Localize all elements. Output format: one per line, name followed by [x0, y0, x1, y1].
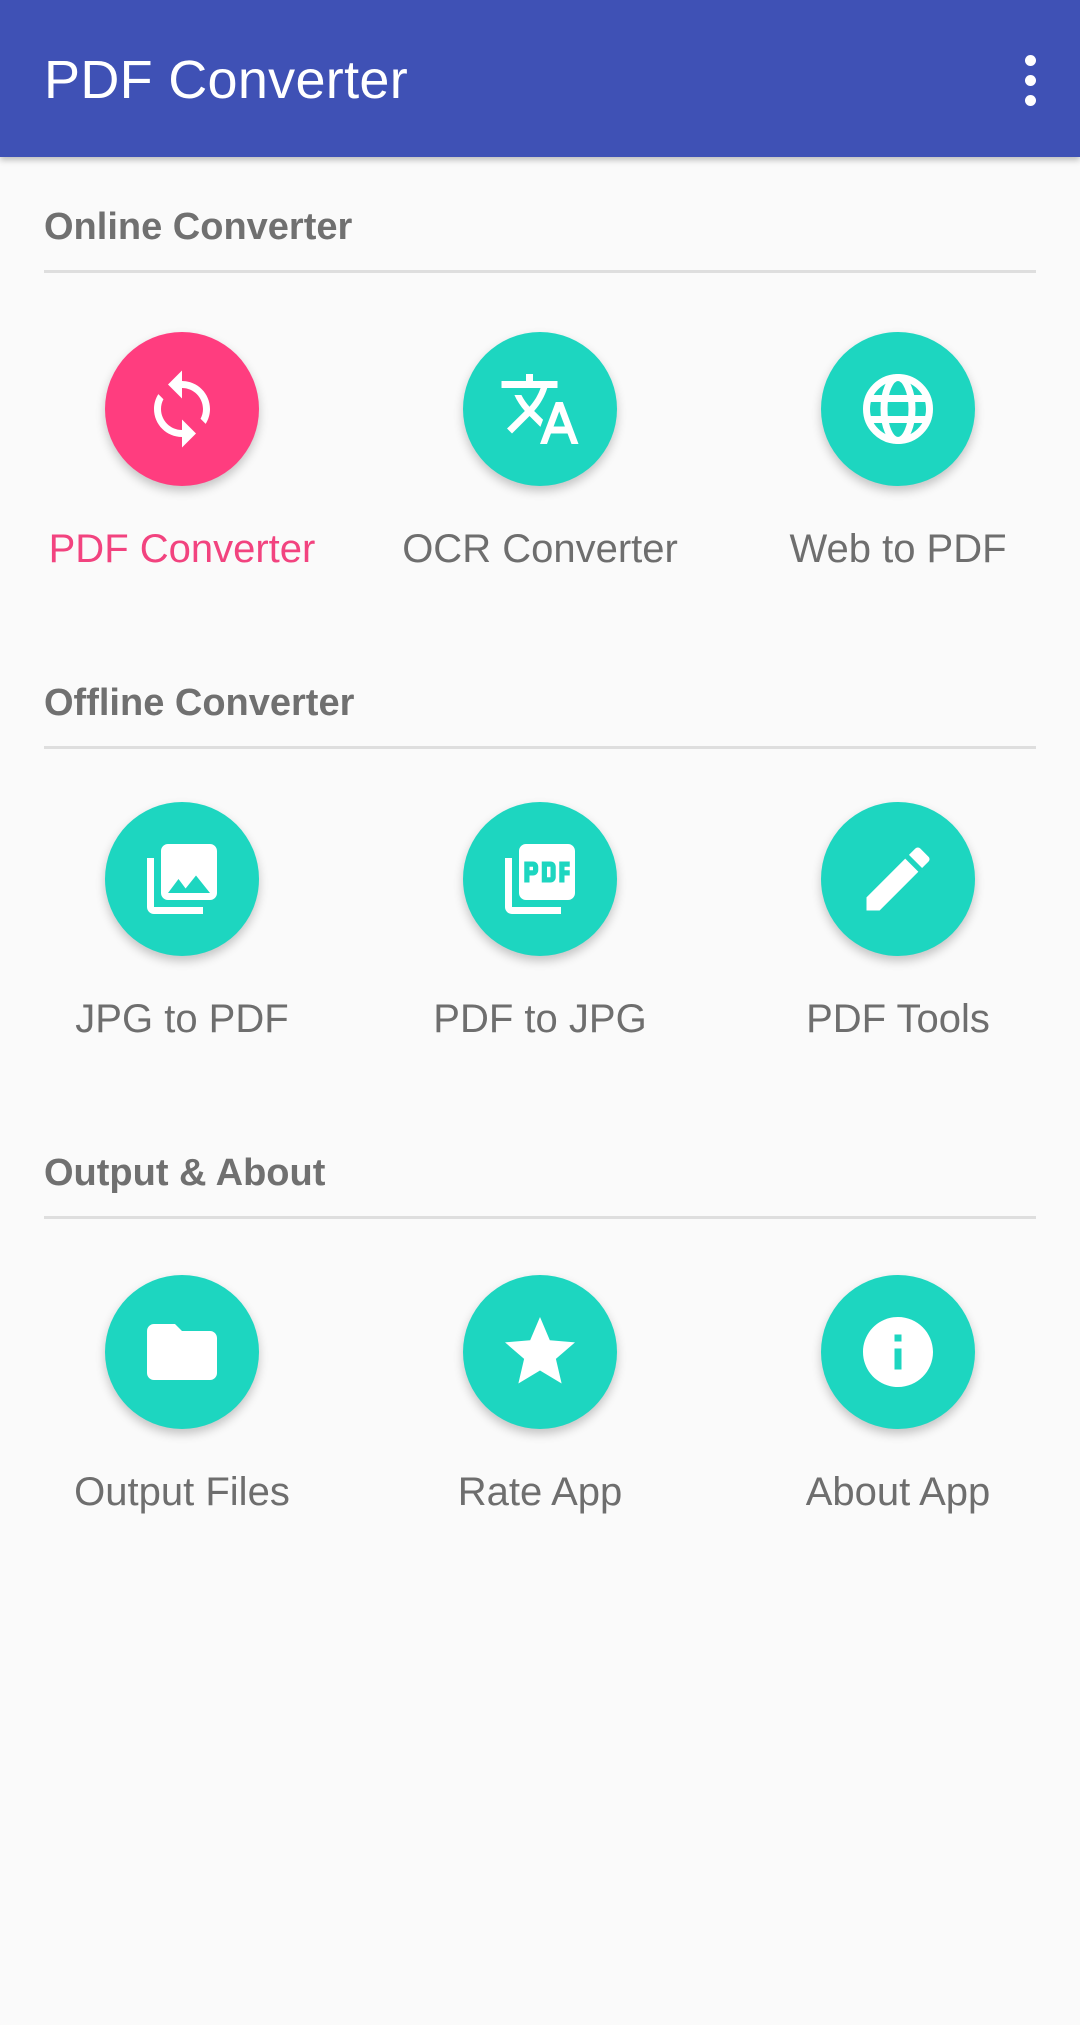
ocr-converter-button[interactable] — [463, 332, 617, 486]
rate-app-button[interactable] — [463, 1275, 617, 1429]
about-app-button[interactable] — [821, 1275, 975, 1429]
tile-jpg-to-pdf[interactable]: JPG to PDF — [32, 802, 332, 1062]
more-vert-icon-dot — [1024, 74, 1036, 86]
tile-pdf-converter[interactable]: PDF Converter — [32, 332, 332, 592]
photo-library-icon — [147, 844, 217, 914]
pdf-converter-button[interactable] — [105, 332, 259, 486]
tile-label: PDF Converter — [48, 527, 316, 571]
tile-pdf-to-jpg[interactable]: PDF to JPG — [390, 802, 690, 1062]
tile-pdf-tools[interactable]: PDF Tools — [748, 802, 1048, 1062]
tile-label: Rate App — [457, 1470, 623, 1514]
tile-label: About App — [805, 1470, 991, 1514]
folder-icon — [147, 1324, 217, 1380]
tile-label: PDF Tools — [806, 997, 990, 1041]
web-to-pdf-button[interactable] — [821, 332, 975, 486]
jpg-to-pdf-button[interactable] — [105, 802, 259, 956]
section-divider — [44, 1216, 1036, 1219]
section-divider — [44, 746, 1036, 749]
section-title: Online Converter — [44, 206, 353, 248]
section-title: Offline Converter — [44, 682, 355, 724]
star-icon — [505, 1317, 575, 1384]
app-bar: PDF Converter — [0, 0, 1080, 157]
translate-icon — [501, 374, 579, 444]
pdf-to-jpg-button[interactable] — [463, 802, 617, 956]
more-vert-icon-dot — [1024, 94, 1036, 106]
tile-rate-app[interactable]: Rate App — [390, 1275, 690, 1535]
sync-icon — [154, 370, 210, 448]
pencil-icon — [866, 847, 930, 911]
tile-label: Web to PDF — [789, 527, 1007, 571]
tile-ocr-converter[interactable]: OCR Converter — [390, 332, 690, 592]
tile-label: Output Files — [74, 1470, 290, 1514]
section-divider — [44, 270, 1036, 273]
more-vert-icon — [1024, 54, 1036, 66]
tile-about-app[interactable]: About App — [748, 1275, 1048, 1535]
globe-icon — [863, 374, 933, 444]
tile-web-to-pdf[interactable]: Web to PDF — [748, 332, 1048, 592]
info-icon — [863, 1317, 933, 1387]
output-files-button[interactable] — [105, 1275, 259, 1429]
tile-label: PDF to JPG — [433, 997, 647, 1041]
tile-label: OCR Converter — [402, 527, 678, 571]
section-title: Output & About — [44, 1152, 326, 1194]
pdf-tools-button[interactable] — [821, 802, 975, 956]
overflow-menu-button[interactable] — [1000, 44, 1060, 116]
app-title: PDF Converter — [44, 50, 408, 110]
tile-label: JPG to PDF — [75, 997, 289, 1041]
tile-output-files[interactable]: Output Files — [32, 1275, 332, 1535]
pdf-library-icon — [505, 844, 575, 914]
